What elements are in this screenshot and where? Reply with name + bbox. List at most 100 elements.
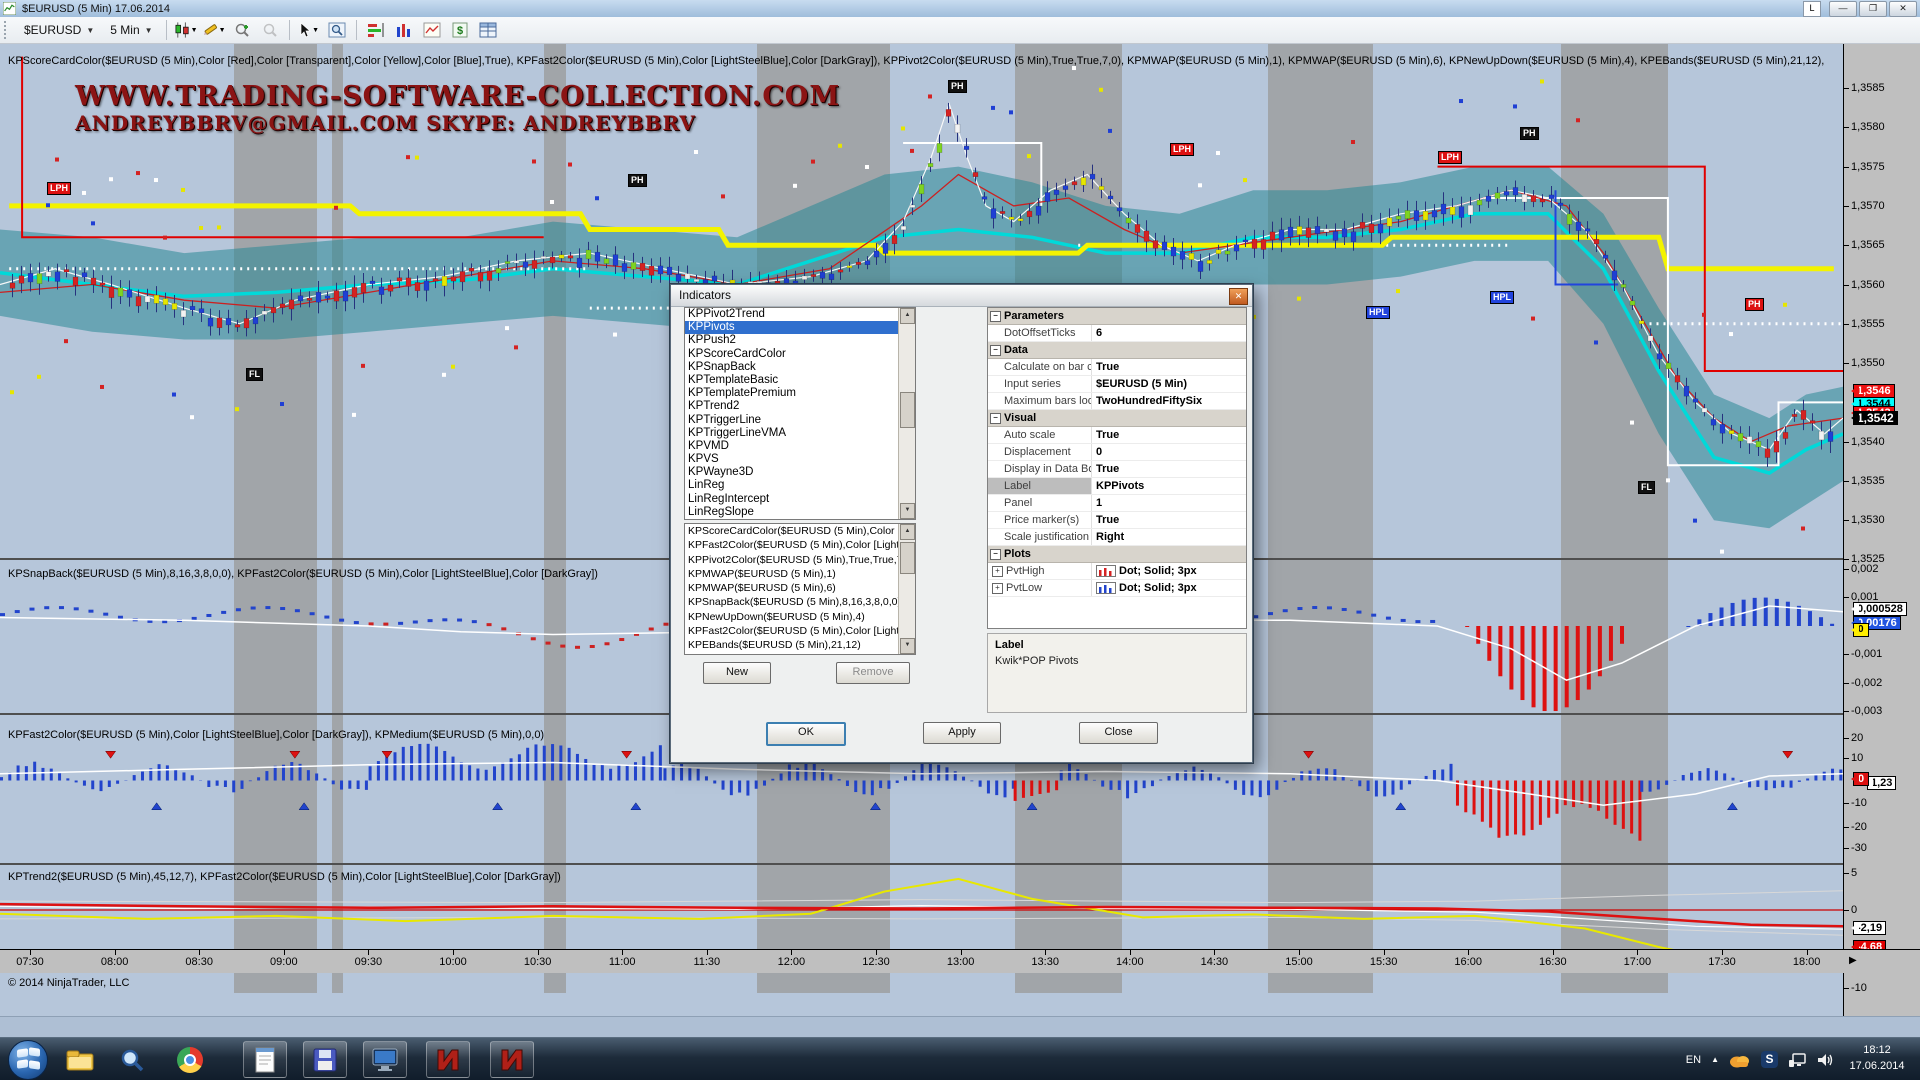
indicator-item-kptriggerlinevma[interactable]: KPTriggerLineVMA — [685, 427, 915, 440]
property-row-dotoffsetticks[interactable]: DotOffsetTicks6 — [988, 325, 1246, 342]
indicator-item-kppush2[interactable]: KPPush2 — [685, 334, 915, 347]
indicator-item-kppivots[interactable]: KPPivots — [685, 321, 915, 334]
scroll-down-icon[interactable]: ▼ — [900, 638, 915, 654]
apply-button[interactable]: Apply — [923, 722, 1001, 744]
applied-indicator-item[interactable]: KPEBands($EURUSD (5 Min),21,12) — [685, 638, 915, 652]
property-row-input-series[interactable]: Input series$EURUSD (5 Min) — [988, 376, 1246, 393]
indicator-item-kptrend2[interactable]: KPTrend2 — [685, 400, 915, 413]
bar-spacing-button[interactable] — [364, 19, 388, 41]
scroll-right-icon[interactable]: ▶ — [1849, 955, 1857, 966]
start-button[interactable] — [8, 1040, 48, 1080]
search-icon[interactable] — [110, 1041, 154, 1078]
collapse-icon[interactable]: − — [990, 413, 1001, 424]
network-icon[interactable] — [1788, 1052, 1806, 1068]
applied-indicator-item[interactable]: KPScoreCardColor($EURUSD (5 Min),Color [… — [685, 524, 915, 538]
chart-type-button[interactable] — [392, 19, 416, 41]
property-grid[interactable]: −ParametersDotOffsetTicks6−DataCalculate… — [987, 307, 1247, 629]
data-box-button[interactable] — [325, 19, 349, 41]
property-section-parameters[interactable]: −Parameters — [988, 308, 1246, 325]
minimize-button[interactable]: — — [1829, 1, 1857, 17]
property-row-auto-scale[interactable]: Auto scaleTrue — [988, 427, 1246, 444]
indicator-item-kptemplatepremium[interactable]: KPTemplatePremium — [685, 387, 915, 400]
skype-icon[interactable]: S — [1761, 1051, 1778, 1068]
dialog-titlebar[interactable]: Indicators ✕ — [671, 285, 1252, 307]
property-row-pvthigh[interactable]: +PvtHighDot; Solid; 3px — [988, 563, 1246, 580]
remove-button[interactable]: Remove — [836, 662, 910, 684]
applied-indicator-item[interactable]: KPPivot2Color($EURUSD (5 Min),True,True,… — [685, 553, 915, 567]
language-indicator[interactable]: EN — [1686, 1054, 1701, 1066]
property-row-panel[interactable]: Panel1 — [988, 495, 1246, 512]
chart-style-button[interactable]: ▼ — [174, 19, 198, 41]
drawing-tools-button[interactable]: ▼ — [202, 19, 226, 41]
expand-icon[interactable]: + — [992, 566, 1003, 577]
clock[interactable]: 18:12 17.06.2014 — [1838, 1042, 1916, 1074]
chrome-icon[interactable] — [168, 1041, 212, 1078]
collapse-icon[interactable]: − — [990, 345, 1001, 356]
ninjatrader-icon-2[interactable] — [490, 1041, 534, 1078]
ninjatrader-icon[interactable] — [426, 1041, 470, 1078]
property-row-pvtlow[interactable]: +PvtLowDot; Solid; 3px — [988, 580, 1246, 597]
applied-indicator-item[interactable]: KPNewUpDown($EURUSD (5 Min),4) — [685, 610, 915, 624]
available-indicators-list[interactable]: KPPivot2TrendKPPivotsKPPush2KPScoreCardC… — [684, 307, 916, 520]
scroll-down-icon[interactable]: ▼ — [900, 503, 915, 519]
indicator-item-kppivot2trend[interactable]: KPPivot2Trend — [685, 308, 915, 321]
zoom-in-button[interactable] — [230, 19, 254, 41]
property-row-price-marker-s-[interactable]: Price marker(s)True — [988, 512, 1246, 529]
indicator-item-kpwayne3d[interactable]: KPWayne3D — [685, 466, 915, 479]
indicator-item-kpvs[interactable]: KPVS — [685, 453, 915, 466]
maximize-button[interactable]: ❐ — [1859, 1, 1887, 17]
link-button[interactable]: L — [1803, 1, 1821, 17]
hidden-icons-button[interactable]: ▲ — [1711, 1055, 1719, 1064]
scroll-up-icon[interactable]: ▲ — [900, 308, 915, 324]
indicator-item-linregintercept[interactable]: LinRegIntercept — [685, 493, 915, 506]
applied-indicator-item[interactable]: KPMWAP($EURUSD (5 Min),1) — [685, 567, 915, 581]
cursor-button[interactable]: ▼ — [297, 19, 321, 41]
expand-icon[interactable]: + — [992, 583, 1003, 594]
account-button[interactable]: $ — [448, 19, 472, 41]
property-row-calculate-on-bar-close[interactable]: Calculate on bar closeTrue — [988, 359, 1246, 376]
panel-separator[interactable] — [0, 863, 1843, 865]
indicator-item-linregslope[interactable]: LinRegSlope — [685, 506, 915, 519]
new-button[interactable]: New — [703, 662, 771, 684]
indicator-item-kpsnapback[interactable]: KPSnapBack — [685, 361, 915, 374]
time-axis[interactable]: ▶07:3008:0008:3009:0009:3010:0010:3011:0… — [0, 949, 1920, 973]
indicator-item-kptriggerline[interactable]: KPTriggerLine — [685, 414, 915, 427]
property-section-data[interactable]: −Data — [988, 342, 1246, 359]
property-row-label[interactable]: LabelKPPivots — [988, 478, 1246, 495]
explorer-icon[interactable] — [58, 1041, 102, 1078]
cloud-icon[interactable] — [1729, 1052, 1751, 1068]
collapse-icon[interactable]: − — [990, 549, 1001, 560]
monitor-icon[interactable] — [363, 1041, 407, 1078]
property-section-visual[interactable]: −Visual — [988, 410, 1246, 427]
price-axis[interactable]: 1,35851,35801,35751,35701,35651,35601,35… — [1843, 44, 1920, 1037]
grid-button[interactable] — [476, 19, 500, 41]
indicator-item-kptemplatebasic[interactable]: KPTemplateBasic — [685, 374, 915, 387]
available-list-scrollbar[interactable]: ▲ ▼ — [898, 308, 915, 519]
applied-indicators-list[interactable]: KPScoreCardColor($EURUSD (5 Min),Color [… — [684, 523, 916, 655]
kptrend2-panel[interactable] — [0, 865, 1843, 993]
property-row-maximum-bars-look-back[interactable]: Maximum bars look backTwoHundredFiftySix — [988, 393, 1246, 410]
zoom-out-button[interactable] — [258, 19, 282, 41]
applied-indicator-item[interactable]: KPFast2Color($EURUSD (5 Min),Color [Ligh… — [685, 624, 915, 638]
line-chart-button[interactable] — [420, 19, 444, 41]
ok-button[interactable]: OK — [766, 722, 846, 746]
save-icon[interactable] — [303, 1041, 347, 1078]
window-titlebar[interactable]: $EURUSD (5 Min) 17.06.2014 L — ❐ ✕ — [0, 0, 1920, 18]
dialog-close-button[interactable]: ✕ — [1229, 288, 1248, 305]
close-button[interactable]: ✕ — [1889, 1, 1917, 17]
property-row-display-in-data-box[interactable]: Display in Data BoxTrue — [988, 461, 1246, 478]
instrument-select[interactable]: $EURUSD▼ — [18, 21, 100, 39]
notepad-icon[interactable] — [243, 1041, 287, 1078]
applied-list-scrollbar[interactable]: ▲ ▼ — [898, 524, 915, 654]
indicator-item-linreg[interactable]: LinReg — [685, 479, 915, 492]
close-dialog-button[interactable]: Close — [1079, 722, 1158, 744]
scrollbar-thumb[interactable] — [900, 542, 915, 574]
indicator-item-kpvmd[interactable]: KPVMD — [685, 440, 915, 453]
interval-select[interactable]: 5 Min▼ — [104, 21, 158, 39]
applied-indicator-item[interactable]: KPFast2Color($EURUSD (5 Min),Color [Ligh… — [685, 538, 915, 552]
scroll-up-icon[interactable]: ▲ — [900, 524, 915, 540]
indicator-item-kpscorecardcolor[interactable]: KPScoreCardColor — [685, 348, 915, 361]
scrollbar-thumb[interactable] — [900, 392, 915, 428]
applied-indicator-item[interactable]: KPMWAP($EURUSD (5 Min),6) — [685, 581, 915, 595]
applied-indicator-item[interactable]: KPSnapBack($EURUSD (5 Min),8,16,3,8,0,0) — [685, 595, 915, 609]
